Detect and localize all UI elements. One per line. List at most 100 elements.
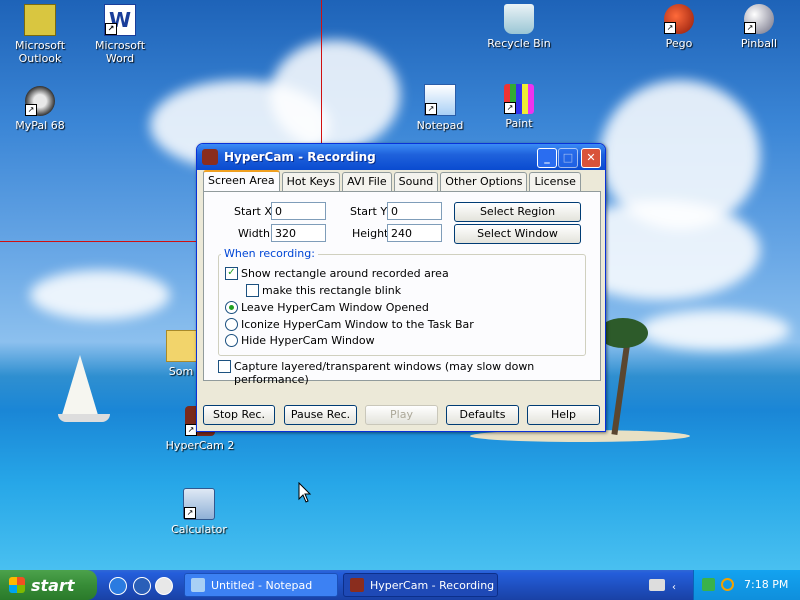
screen-area-panel: Start X 0 Start Y 0 Select Region Width … [203, 191, 601, 386]
taskbar-item-notepad[interactable]: Untitled - Notepad [184, 573, 338, 597]
width-field[interactable]: 320 [271, 224, 326, 242]
taskbar-item-label: Untitled - Notepad [211, 578, 313, 592]
desktop-icon-label: Pinball [740, 37, 778, 50]
mouse-cursor-icon [298, 482, 312, 503]
start-label: start [31, 575, 75, 595]
notepad-icon: ↗ [424, 84, 456, 116]
desktop-icon-label: HyperCam 2 [165, 439, 235, 452]
media-player-icon[interactable] [155, 577, 173, 595]
leave-opened-radio[interactable] [225, 301, 238, 314]
minimize-button[interactable]: _ [537, 148, 557, 168]
system-tray: 7:18 PM [693, 570, 800, 600]
word-icon: W ↗ [104, 4, 136, 36]
height-label: Height [352, 227, 389, 240]
tab-strip: Screen Area Hot Keys AVI File Sound Othe… [203, 170, 583, 193]
cloud [270, 40, 400, 150]
sailboat [62, 355, 98, 415]
hypercam-icon [350, 578, 364, 592]
desktop-icon-label: Som [168, 365, 194, 378]
help-button[interactable]: Help [527, 405, 600, 425]
taskbar-item-label: HyperCam - Recording [370, 578, 495, 592]
notepad-icon [191, 578, 205, 592]
show-rectangle-checkbox[interactable]: ✓ [225, 267, 238, 280]
maximize-button[interactable]: □ [558, 148, 578, 168]
paint-icon: ↗ [504, 84, 534, 114]
hypercam-window: HyperCam - Recording _ □ ✕ Screen Area H… [196, 143, 606, 432]
tab-hot-keys[interactable]: Hot Keys [281, 172, 341, 192]
iconize-label: Iconize HyperCam Window to the Task Bar [241, 318, 474, 331]
cloud [640, 310, 790, 350]
cloud [30, 270, 170, 320]
start-y-label: Start Y [350, 205, 388, 218]
internet-explorer-icon[interactable] [109, 577, 127, 595]
capture-layered-label: Capture layered/transparent windows (may… [234, 360, 535, 386]
tab-screen-area[interactable]: Screen Area [203, 170, 280, 193]
desktop-icon-label: Microsoft Outlook [14, 39, 66, 65]
select-window-button[interactable]: Select Window [454, 224, 581, 244]
start-x-label: Start X [234, 205, 272, 218]
clock[interactable]: 7:18 PM [744, 578, 788, 591]
tab-other-options[interactable]: Other Options [440, 172, 528, 192]
desktop-icon-label: Microsoft Word [94, 39, 146, 65]
start-x-field[interactable]: 0 [271, 202, 326, 220]
desktop-icon-label: MyPal 68 [15, 119, 65, 132]
folder-icon [166, 330, 196, 362]
desktop-icon-label: Paint [505, 117, 533, 130]
recycle-bin-icon [504, 4, 534, 34]
network-icon[interactable] [702, 578, 715, 591]
hide-window-label: Hide HyperCam Window [241, 334, 375, 347]
hypercam-app-icon [202, 149, 218, 165]
pause-rec-button[interactable]: Pause Rec. [284, 405, 357, 425]
taskbar: start Untitled - Notepad HyperCam - Reco… [0, 570, 800, 600]
when-recording-title: When recording: [221, 247, 318, 260]
tray-expand-icon[interactable]: ‹ [672, 582, 676, 593]
desktop-icon-label: Pego [665, 37, 693, 50]
desktop-icon-outlook[interactable]: Microsoft Outlook [0, 4, 80, 65]
tab-license[interactable]: License [529, 172, 581, 192]
pego-icon: ↗ [664, 4, 694, 34]
select-region-button[interactable]: Select Region [454, 202, 581, 222]
windows-logo-icon [9, 577, 25, 593]
desktop-icon-recycle-bin[interactable]: Recycle Bin [479, 4, 559, 50]
window-title: HyperCam - Recording [224, 150, 376, 164]
pinball-icon: ↗ [744, 4, 774, 34]
desktop-icon-pego[interactable]: ↗ Pego [639, 4, 719, 50]
start-button[interactable]: start [0, 570, 97, 600]
desktop: Microsoft Outlook W ↗ Microsoft Word Recy… [0, 0, 800, 570]
desktop-quicklaunch-icon[interactable] [133, 577, 151, 595]
desktop-icon-paint[interactable]: ↗ Paint [479, 84, 559, 130]
desktop-icon-folder[interactable]: Som [166, 330, 196, 378]
width-label: Width [238, 227, 270, 240]
desktop-icon-notepad[interactable]: ↗ Notepad [400, 84, 480, 132]
blink-rectangle-label: make this rectangle blink [262, 284, 402, 297]
start-y-field[interactable]: 0 [387, 202, 442, 220]
palm-tree [611, 340, 631, 435]
desktop-icon-pinball[interactable]: ↗ Pinball [719, 4, 799, 50]
outlook-icon [24, 4, 56, 36]
desktop-icon-mypal[interactable]: ↗ MyPal 68 [0, 86, 80, 132]
show-rectangle-label: Show rectangle around recorded area [241, 267, 449, 280]
leave-opened-label: Leave HyperCam Window Opened [241, 301, 429, 314]
iconize-radio[interactable] [225, 318, 238, 331]
boat-hull [58, 414, 110, 422]
keyboard-icon[interactable] [649, 579, 665, 591]
taskbar-item-hypercam[interactable]: HyperCam - Recording [343, 573, 498, 597]
capture-layered-checkbox[interactable] [218, 360, 231, 373]
mypal-icon: ↗ [25, 86, 55, 116]
hide-window-radio[interactable] [225, 334, 238, 347]
search-icon[interactable] [721, 578, 734, 591]
tab-sound[interactable]: Sound [393, 172, 439, 192]
tab-avi-file[interactable]: AVI File [342, 172, 392, 192]
defaults-button[interactable]: Defaults [446, 405, 519, 425]
close-button[interactable]: ✕ [581, 148, 601, 168]
stop-rec-button[interactable]: Stop Rec. [203, 405, 275, 425]
desktop-icon-label: Recycle Bin [487, 37, 551, 50]
desktop-icon-word[interactable]: W ↗ Microsoft Word [80, 4, 160, 65]
desktop-icon-calculator[interactable]: ↗ Calculator [159, 488, 239, 536]
blink-rectangle-checkbox[interactable] [246, 284, 259, 297]
desktop-icon-label: Notepad [416, 119, 464, 132]
desktop-icon-label: Calculator [171, 523, 227, 536]
height-field[interactable]: 240 [387, 224, 442, 242]
play-button[interactable]: Play [365, 405, 438, 425]
calculator-icon: ↗ [183, 488, 215, 520]
